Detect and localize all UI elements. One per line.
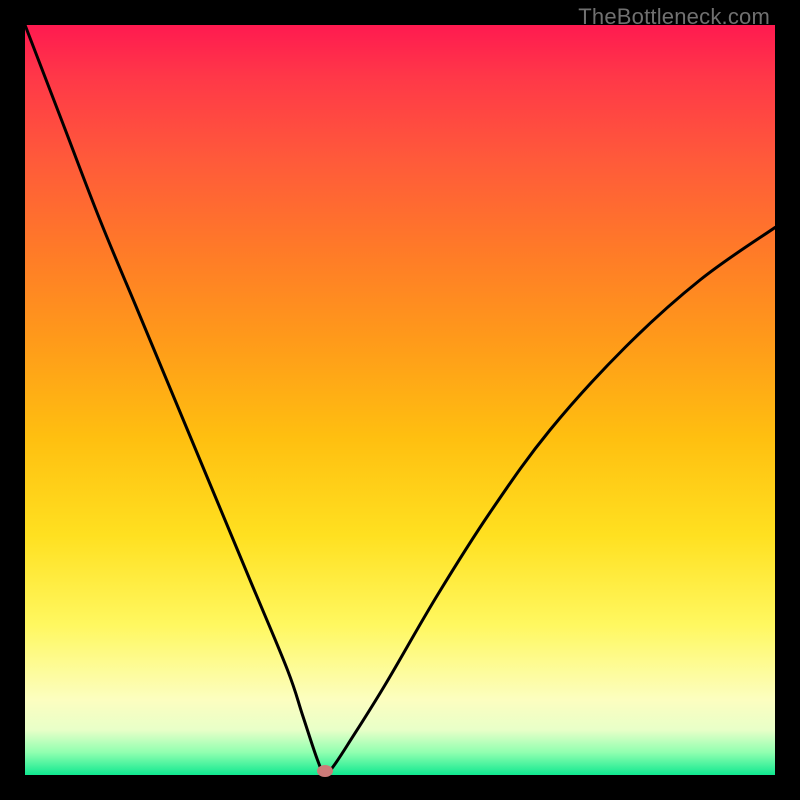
plot-area xyxy=(25,25,775,775)
optimal-point-marker xyxy=(317,765,333,777)
bottleneck-curve xyxy=(25,25,775,775)
chart-container: TheBottleneck.com xyxy=(0,0,800,800)
